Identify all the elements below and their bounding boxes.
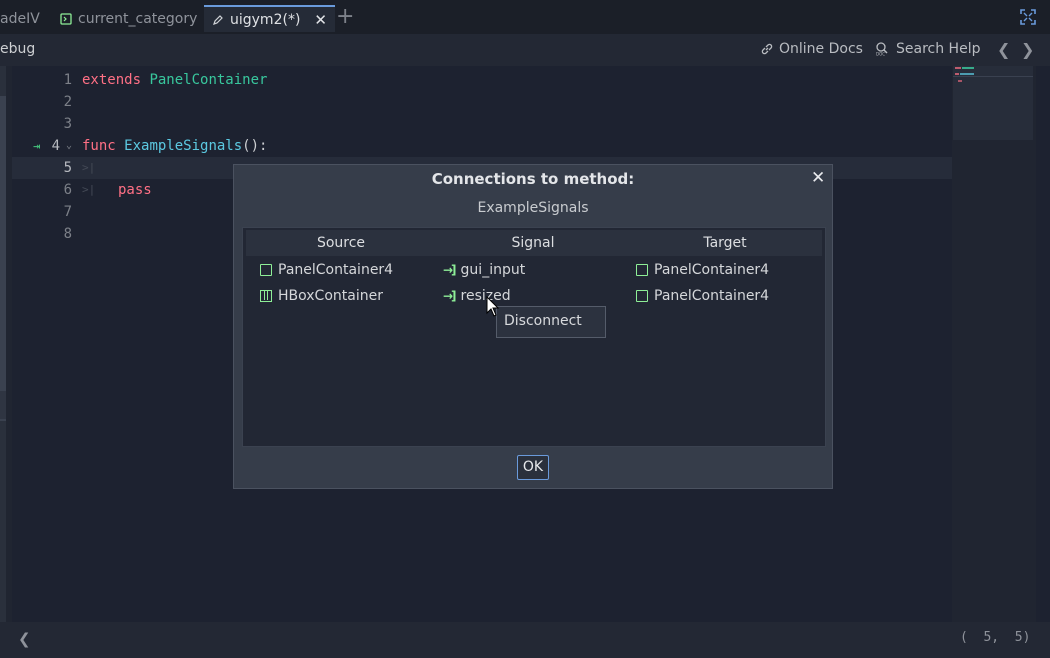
column-header-source: Source — [316, 235, 366, 251]
previous-doc-button[interactable]: ❮ — [997, 40, 1010, 59]
tab-label: adeIV — [0, 10, 40, 27]
online-docs-button[interactable]: Online Docs — [760, 41, 863, 57]
menu-debug[interactable]: ebug — [0, 41, 35, 57]
tab-label: current_category — [78, 10, 198, 27]
panel-container-icon — [260, 264, 272, 276]
link-icon — [761, 43, 773, 55]
dialog-title: Connections to method: — [431, 170, 635, 188]
tab-label: uigym2(*) — [230, 11, 301, 28]
context-menu: Disconnect — [496, 306, 606, 338]
target-node: PanelContainer4 — [654, 262, 770, 278]
method-name: ExampleSignals — [477, 200, 589, 216]
distraction-free-icon[interactable] — [1020, 9, 1036, 25]
close-tab-icon[interactable]: ✕ — [314, 11, 327, 29]
fold-arrow-icon[interactable]: ⌄ — [66, 135, 72, 157]
code-line: 3 — [12, 113, 952, 135]
svg-text:DOC: DOC — [876, 52, 885, 57]
panel-container-icon — [636, 264, 648, 276]
source-node: HBoxContainer — [278, 288, 383, 304]
source-node: PanelContainer4 — [278, 262, 394, 278]
column-header-target: Target — [703, 235, 747, 251]
script-menu-bar: ebug Online Docs DOC Search Help ❮ ❯ — [0, 34, 1050, 66]
mouse-cursor-icon — [486, 296, 500, 317]
line-number: 2 — [63, 94, 72, 110]
target-node: PanelContainer4 — [654, 288, 770, 304]
next-doc-button[interactable]: ❯ — [1021, 40, 1034, 59]
close-icon[interactable]: ✕ — [811, 167, 825, 189]
code-line: 2 — [12, 91, 952, 113]
script-tab-bar: adeIV current_category uigym2(*) ✕ + — [0, 0, 1050, 34]
search-doc-icon: DOC — [876, 42, 888, 57]
search-help-button[interactable]: DOC Search Help — [875, 41, 980, 57]
left-dock-strip — [0, 66, 6, 626]
ok-button[interactable]: OK — [517, 455, 549, 480]
line-number: 4 — [51, 138, 60, 154]
keyword-extends: extends — [82, 72, 142, 88]
panel-container-icon — [636, 290, 648, 302]
function-params: (): — [242, 138, 268, 154]
line-number: 3 — [63, 116, 72, 132]
editor-status-bar: ❮ ( 5, 5) — [0, 622, 1050, 658]
code-line: ⇥ 4 ⌄ func ExampleSignals(): — [12, 135, 952, 157]
keyword-func: func — [82, 138, 116, 154]
line-number: 5 — [63, 160, 72, 176]
signal-name: gui_input — [460, 262, 526, 278]
code-minimap[interactable] — [953, 66, 1033, 140]
code-line: 1 extends PanelContainer — [12, 69, 952, 91]
editor-vertical-scrollbar[interactable] — [1036, 66, 1050, 622]
cursor-position: ( 5, 5) — [960, 630, 1031, 645]
line-number: 7 — [63, 204, 72, 220]
tree-header: Source Signal Target — [246, 230, 822, 256]
keyword-pass: pass — [118, 182, 152, 198]
tab-uigym2[interactable]: uigym2(*) ✕ — [204, 5, 335, 32]
type-name: PanelContainer — [149, 72, 268, 88]
line-number: 6 — [63, 182, 72, 198]
column-header-signal: Signal — [511, 235, 555, 251]
line-number: 8 — [63, 226, 72, 242]
connection-row[interactable]: PanelContainer4 →] gui_input PanelContai… — [243, 258, 825, 284]
disconnect-menu-item[interactable]: Disconnect — [504, 313, 582, 329]
signal-icon: →] — [443, 263, 456, 277]
hbox-container-icon — [260, 290, 272, 302]
signal-icon: →] — [443, 289, 456, 303]
tab-indent-icon: >| — [82, 183, 96, 196]
toggle-scripts-panel-button[interactable]: ❮ — [18, 630, 31, 648]
function-name: ExampleSignals — [124, 138, 243, 154]
script-icon — [60, 12, 72, 25]
tab-indent-icon: >| — [82, 161, 96, 174]
line-number: 1 — [63, 72, 72, 88]
tab-adeiv[interactable]: adeIV — [0, 5, 40, 32]
edit-script-icon — [213, 14, 223, 25]
tab-current-category[interactable]: current_category — [60, 5, 197, 32]
add-tab-icon[interactable]: + — [336, 5, 354, 29]
